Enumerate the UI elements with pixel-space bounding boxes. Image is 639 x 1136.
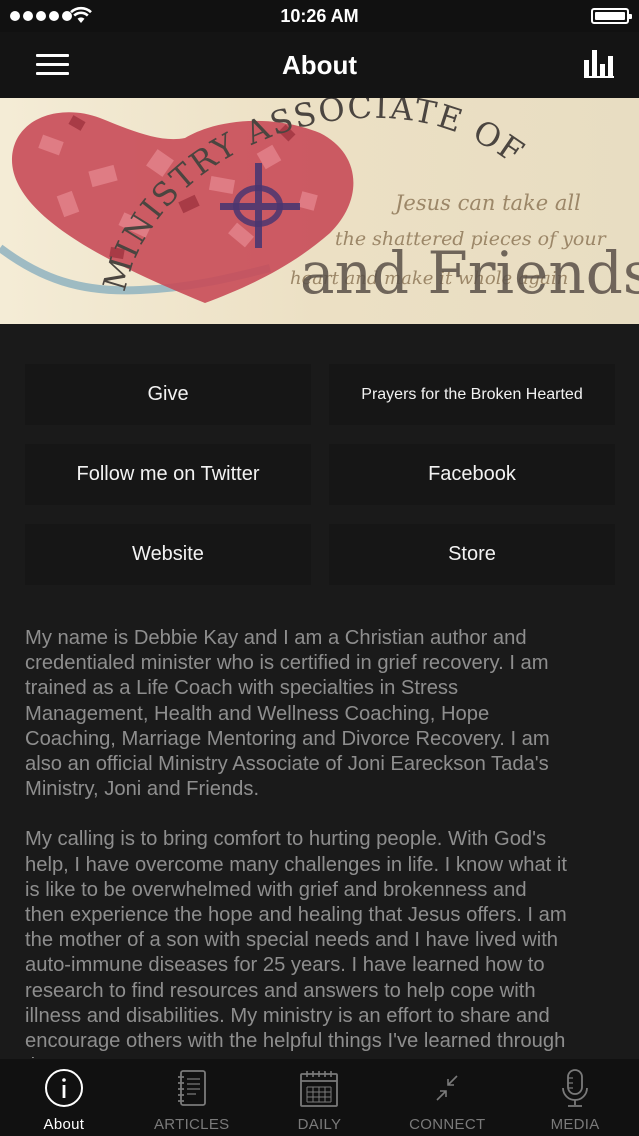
notebook-icon (177, 1070, 206, 1106)
twitter-button[interactable]: Follow me on Twitter (25, 444, 311, 505)
battery-icon (591, 8, 632, 24)
ministry-banner: MINISTRY ASSOCIATE OF Jesus can take all… (0, 98, 639, 324)
bar-chart-icon[interactable] (584, 50, 614, 78)
tab-label: ARTICLES (153, 1116, 230, 1133)
banner-friends-text: and Friends (300, 239, 639, 307)
calendar-icon (300, 1071, 339, 1107)
tab-bar: About ARTICLES DAILY CONNECT MEDIA (0, 1059, 639, 1136)
prayers-button[interactable]: Prayers for the Broken Hearted (329, 364, 615, 425)
status-bar: 10:26 AM (0, 0, 639, 32)
ministry-logo: MINISTRY ASSOCIATE OF Jesus can take all… (0, 98, 639, 307)
give-button[interactable]: Give (25, 364, 311, 425)
store-button[interactable]: Store (329, 524, 615, 585)
microphone-icon (562, 1069, 588, 1107)
about-description: My name is Debbie Kay and I am a Christi… (25, 626, 625, 1058)
tab-articles[interactable]: ARTICLES (128, 1059, 256, 1136)
tab-about[interactable]: About (0, 1059, 128, 1136)
tab-label: About (43, 1116, 85, 1133)
about-paragraph-2: My calling is to bring comfort to hurtin… (25, 828, 567, 1058)
tab-daily[interactable]: DAILY (256, 1059, 384, 1136)
connect-arrows-icon (436, 1075, 458, 1101)
status-time: 10:26 AM (280, 6, 359, 26)
tab-label: MEDIA (550, 1116, 600, 1133)
website-button[interactable]: Website (25, 524, 311, 585)
tab-label: DAILY (297, 1116, 342, 1133)
info-icon (44, 1069, 83, 1107)
about-paragraph-1: My name is Debbie Kay and I am a Christi… (25, 627, 550, 801)
tab-media[interactable]: MEDIA (511, 1059, 639, 1136)
page-title: About (281, 50, 358, 80)
hamburger-menu-icon[interactable] (36, 54, 69, 76)
nav-bar: About (0, 32, 639, 98)
banner-verse-1: Jesus can take all (391, 191, 581, 215)
tab-connect[interactable]: CONNECT (383, 1059, 511, 1136)
facebook-button[interactable]: Facebook (329, 444, 615, 505)
tab-label: CONNECT (409, 1116, 486, 1133)
